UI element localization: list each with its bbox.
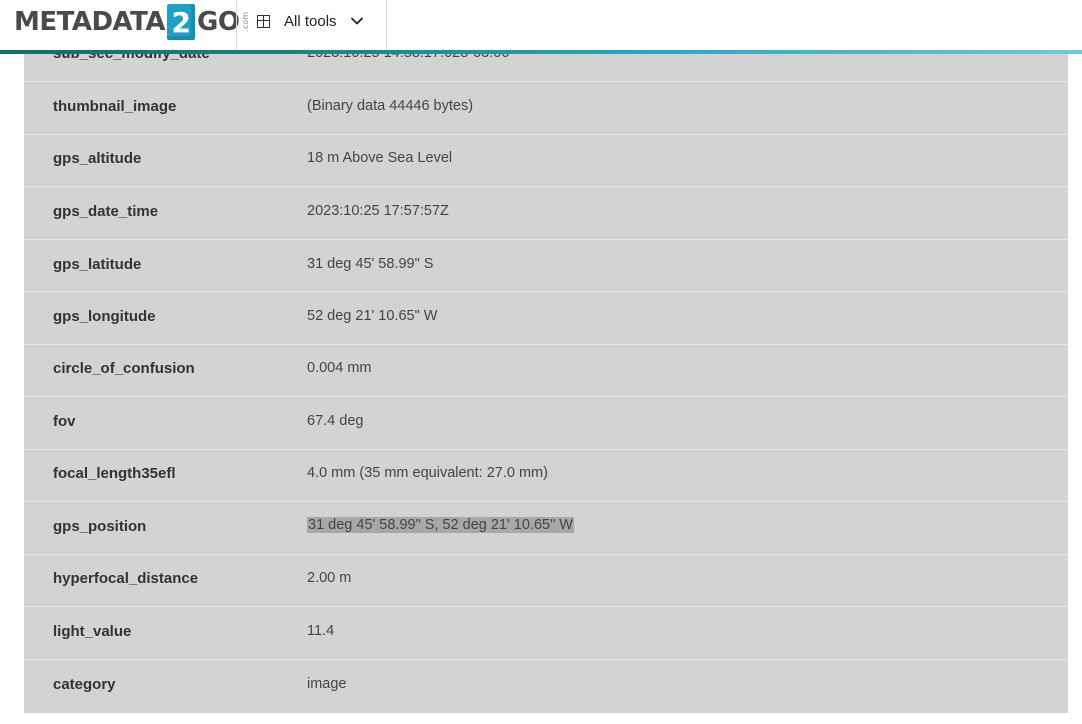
all-tools-button[interactable]: All tools	[257, 8, 363, 34]
row-value: 31 deg 45' 58.99" S	[307, 256, 434, 272]
row-key: gps_longitude	[53, 308, 156, 325]
logo-two-block: 2	[167, 4, 195, 40]
table-row: hyperfocal_distance 2.00 m	[24, 555, 1068, 607]
row-value: 18 m Above Sea Level	[307, 150, 453, 166]
row-key: focal_length35efl	[53, 465, 176, 482]
row-key: category	[53, 676, 116, 693]
row-value: 0.004 mm	[307, 360, 372, 376]
header-accent-bar	[0, 50, 1082, 54]
row-value: 2.00 m	[307, 570, 352, 586]
all-tools-label: All tools	[284, 12, 337, 30]
row-value: 67.4 deg	[307, 413, 364, 429]
table-row: thumbnail_image (Binary data 44446 bytes…	[24, 82, 1068, 135]
row-key: gps_position	[53, 518, 147, 535]
row-key: gps_altitude	[53, 150, 142, 167]
header-divider	[386, 0, 387, 50]
row-value: 2023:10:25 17:57:57Z	[307, 203, 449, 219]
row-key: fov	[53, 413, 76, 430]
row-key: thumbnail_image	[53, 98, 177, 115]
row-key: light_value	[53, 623, 132, 640]
row-value: 4.0 mm (35 mm equivalent: 27.0 mm)	[307, 465, 548, 481]
page-bottom-spacer	[24, 713, 1068, 724]
table-row: gps_altitude 18 m Above Sea Level	[24, 135, 1068, 187]
row-key: hyperfocal_distance	[53, 570, 199, 587]
row-key: gps_latitude	[53, 256, 142, 273]
table-row: category image	[24, 660, 1068, 713]
row-value: image	[307, 676, 347, 692]
table-row: gps_date_time 2023:10:25 17:57:57Z	[24, 187, 1068, 240]
table-row: gps_position 31 deg 45' 58.99" S, 52 deg…	[24, 502, 1068, 555]
table-row: gps_latitude 31 deg 45' 58.99" S	[24, 240, 1068, 292]
table-row: fov 67.4 deg	[24, 397, 1068, 450]
logo-text-go: GO	[197, 7, 240, 37]
table-row: focal_length35efl 4.0 mm (35 mm equivale…	[24, 450, 1068, 502]
grid-icon	[257, 14, 270, 28]
row-key: gps_date_time	[53, 203, 159, 220]
row-value: 11.4	[307, 623, 335, 639]
site-logo[interactable]: METADATA 2 GO .com	[14, 3, 250, 41]
metadata-table: sub_sec_modify_date 2023:10:25 14:58:17.…	[24, 30, 1068, 713]
row-value: 52 deg 21' 10.65" W	[307, 308, 438, 324]
table-row: light_value 11.4	[24, 607, 1068, 660]
chevron-down-icon	[350, 15, 363, 27]
row-key: circle_of_confusion	[53, 360, 195, 377]
row-value: (Binary data 44446 bytes)	[307, 98, 474, 114]
logo-text-metadata: METADATA	[14, 7, 166, 37]
table-row: circle_of_confusion 0.004 mm	[24, 345, 1068, 397]
logo-suffix: .com	[241, 12, 251, 32]
header-divider	[236, 0, 237, 50]
top-header: METADATA 2 GO .com All tools	[0, 0, 1082, 50]
row-value-selected[interactable]: 31 deg 45' 58.99" S, 52 deg 21' 10.65" W	[307, 517, 574, 533]
table-row: gps_longitude 52 deg 21' 10.65" W	[24, 292, 1068, 345]
